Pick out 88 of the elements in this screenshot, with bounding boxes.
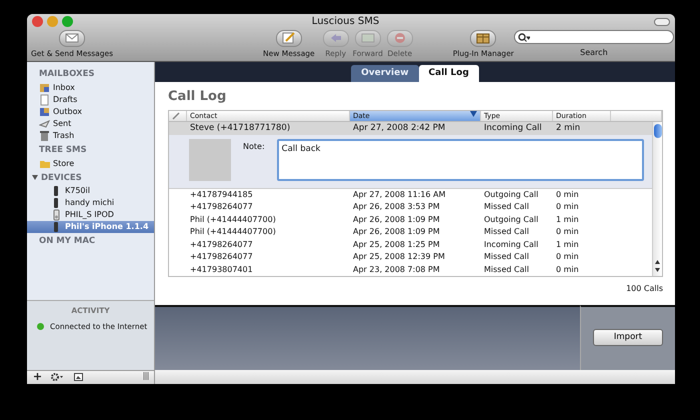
pencil-icon (172, 112, 180, 120)
table-cell-text: 0 min (555, 201, 580, 214)
resize-grip-icon (143, 372, 149, 380)
image-button[interactable] (72, 372, 85, 382)
table-cell-text: Apr 26, 2008 1:09 PM (352, 214, 441, 226)
search-icon (518, 32, 530, 42)
trash-can-icon (39, 130, 50, 142)
tab[interactable]: Overview (351, 64, 419, 82)
picture-icon (74, 372, 83, 381)
table-cell-text: 1 min (555, 238, 580, 251)
table-cell-text: Incoming Call (483, 122, 543, 134)
table-cell-text: Steve (+41718771780) (189, 122, 292, 134)
sidebar-item[interactable]: Sent (27, 118, 154, 130)
table-cell-text: 1 min (555, 214, 580, 226)
window-control-button[interactable] (32, 16, 43, 28)
note-field[interactable]: Call back (276, 138, 644, 180)
table-cell-text: 2 min (555, 122, 582, 134)
table-row[interactable]: Phil (+41444407700) Apr 26, 2008 1:09 PM Outgoing Call 1 min (169, 214, 652, 226)
tray-icon (39, 82, 50, 94)
section-header: ON MY MAC (39, 235, 96, 248)
table-cell-text: Outgoing Call (483, 188, 540, 201)
table-cell-text: +41798264077 (189, 201, 254, 214)
import-button[interactable]: Import (592, 329, 664, 346)
table-row[interactable]: +41798264077 Apr 25, 2008 12:39 PM Missed Call 0 min (169, 251, 652, 264)
table-cell-text: +41787944185 (189, 188, 254, 201)
table-row[interactable]: Phil (+41444407700) Apr 26, 2008 1:09 PM Missed Call 0 min (169, 226, 652, 238)
table-cell-text: Apr 27, 2008 11:16 AM (352, 188, 447, 201)
table-cell-text: Apr 27, 2008 2:42 PM (352, 122, 446, 134)
scrollbar-thumb[interactable] (654, 124, 662, 138)
sidebar-item[interactable]: K750il (27, 185, 154, 198)
section-title: Call Log (168, 88, 228, 106)
gear-icon (51, 372, 64, 381)
sidebar-item[interactable]: Outbox (27, 106, 154, 118)
sort-arrow-icon (470, 110, 477, 116)
table-cell-text: Apr 23, 2008 7:08 PM (352, 264, 441, 276)
table-cell-text: Phil (+41444407700) (189, 226, 277, 238)
table-cell-text: +41798264077 (189, 238, 254, 251)
table-row[interactable]: +41798264077 Apr 25, 2008 1:25 PM Incoming Call 1 min (169, 238, 652, 251)
section-header: DEVICES (41, 172, 82, 184)
search-label: Search (580, 47, 608, 59)
paper-plane-icon (39, 118, 50, 130)
pencil-paper-icon (282, 32, 296, 44)
sidebar-item[interactable]: Drafts (27, 94, 154, 106)
call-count: 100 Calls (625, 283, 663, 295)
tray-icon (39, 106, 50, 118)
table-cell-text: +41793807401 (189, 264, 254, 276)
sidebar-item[interactable]: Trash (27, 130, 154, 142)
table-cell-text: Incoming Call (483, 238, 540, 251)
window-title: Luscious SMS (310, 15, 380, 30)
tab[interactable]: Call Log (418, 64, 479, 82)
arrow-icon (328, 32, 343, 44)
table-cell-text: Missed Call (483, 251, 530, 264)
toolbar-toggle-button[interactable] (654, 18, 670, 26)
add-button[interactable] (32, 373, 43, 382)
table-row[interactable]: +41793807401 Apr 23, 2008 7:08 PM Missed Call 0 min (169, 264, 652, 276)
sidebar-item[interactable]: handy michi (27, 197, 154, 210)
action-menu-button[interactable] (49, 372, 66, 382)
table-cell-text: 0 min (555, 226, 580, 238)
table-cell-text: Apr 25, 2008 1:25 PM (352, 238, 441, 251)
table-row[interactable]: +41798264077 Apr 26, 2008 3:53 PM Missed Call 0 min (169, 201, 652, 214)
ipod-icon (51, 209, 62, 222)
table-cell-text: Missed Call (483, 264, 530, 276)
box-icon (476, 32, 490, 44)
table-cell-text: 0 min (555, 264, 580, 276)
sidebar-item[interactable]: Store (27, 158, 154, 170)
sidebar-item[interactable]: Inbox (27, 82, 154, 94)
note-label: Note: (243, 140, 265, 152)
table-cell-text: Apr 26, 2008 1:09 PM (352, 226, 441, 238)
table-cell-text: Outgoing Call (483, 214, 540, 226)
page-icon (39, 94, 50, 106)
table-row[interactable]: Steve (+41718771780) Apr 27, 2008 2:42 PM Incoming Call 2 min (169, 122, 652, 134)
search-field[interactable] (514, 30, 674, 44)
section-header: MAILBOXES (39, 68, 94, 81)
table-cell-text: Phil (+41444407700) (189, 214, 277, 226)
table-cell-text: Apr 25, 2008 12:39 PM (352, 251, 446, 264)
sidebar-item[interactable]: PHIL_S IPOD (27, 209, 154, 222)
table-row[interactable]: +41787944185 Apr 27, 2008 11:16 AM Outgoing Call 0 min (169, 188, 652, 201)
plus-icon (34, 373, 41, 380)
table-cell-text: 0 min (555, 251, 580, 264)
table-cell-text: Missed Call (483, 201, 530, 214)
table-cell-text: Apr 26, 2008 3:53 PM (352, 201, 441, 214)
photo-placeholder (189, 138, 231, 180)
table-cell-text: 0 min (555, 188, 580, 201)
circle-icon (392, 32, 407, 44)
scrollbar[interactable] (652, 122, 662, 276)
section-header: TREE SMS (39, 144, 87, 156)
table-cell-text: +41798264077 (189, 251, 254, 264)
table-cell-text: Missed Call (483, 226, 530, 238)
